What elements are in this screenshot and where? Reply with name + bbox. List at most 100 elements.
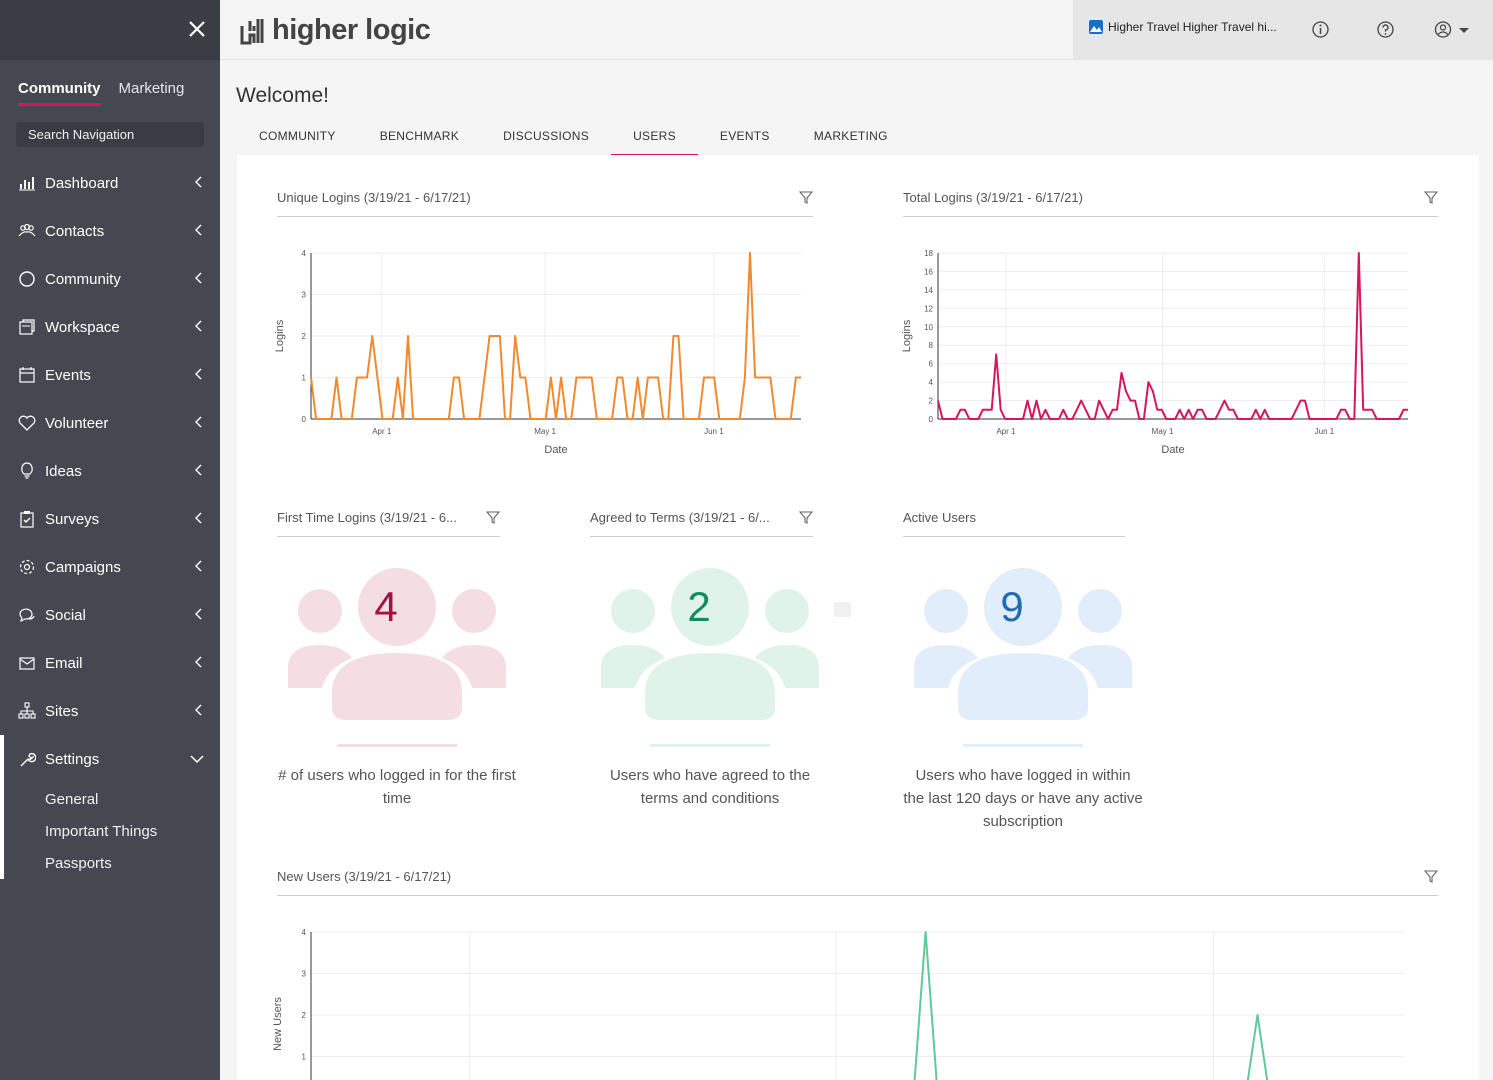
placeholder-square xyxy=(834,602,851,617)
sidebar-item-events[interactable]: Events xyxy=(0,351,220,399)
y-tick-label: 2 xyxy=(929,397,934,406)
sidebar-item-settings[interactable]: Settings xyxy=(4,735,220,783)
wrench-icon xyxy=(18,750,36,768)
chevron-left-icon xyxy=(195,464,202,476)
new-users-chart: 1 2 3 4 New Users xyxy=(272,928,1405,1080)
sidebar-item-ideas[interactable]: Ideas xyxy=(0,447,220,495)
close-icon[interactable] xyxy=(186,18,208,40)
y-axis-label: Logins xyxy=(274,319,286,352)
envelope-icon xyxy=(18,654,36,672)
settings-sub-important-things[interactable]: Important Things xyxy=(4,815,220,847)
y-tick-label: 4 xyxy=(302,249,307,258)
settings-section: Settings General Important Things Passpo… xyxy=(0,735,220,879)
sidebar-item-contacts[interactable]: Contacts xyxy=(0,207,220,255)
circle-icon xyxy=(18,270,36,288)
tab-events[interactable]: EVENTS xyxy=(698,118,792,157)
unique-logins-chart: 0 1 2 3 4 Apr 1 May 1 Jun 1 Logins Date xyxy=(274,249,801,456)
mountain-icon xyxy=(1089,20,1103,34)
tab-benchmark[interactable]: BENCHMARK xyxy=(358,118,481,157)
total-logins-chart: 0 2 4 6 8 10 12 14 16 18 Apr 1 May 1 Jun 1 Logins Date xyxy=(901,249,1408,456)
first-time-logins-title: First Time Logins (3/19/21 - 6... xyxy=(277,509,500,537)
y-tick-label: 0 xyxy=(929,415,934,424)
user-account-icon[interactable] xyxy=(1433,20,1473,39)
filter-icon[interactable] xyxy=(1424,191,1438,205)
y-tick-label: 4 xyxy=(929,378,934,387)
chevron-down-icon xyxy=(190,755,204,764)
agreed-terms-value: 2 xyxy=(687,583,711,630)
higher-logic-logo-icon xyxy=(240,18,264,44)
sidebar-item-label: Contacts xyxy=(45,222,105,240)
workspace-icon xyxy=(18,318,36,336)
sidebar: Community Marketing Dashboard Contacts Com… xyxy=(0,0,220,1080)
sidebar-item-social[interactable]: Social xyxy=(0,591,220,639)
sidebar-item-community[interactable]: Community xyxy=(0,255,220,303)
sidebar-item-volunteer[interactable]: Volunteer xyxy=(0,399,220,447)
agreed-terms-desc: Users who have agreed to the terms and c… xyxy=(609,767,811,807)
stat-underline xyxy=(963,744,1083,747)
sidebar-item-label: Surveys xyxy=(45,510,100,528)
chevron-left-icon xyxy=(195,512,202,524)
y-tick-label: 2 xyxy=(302,332,307,341)
filter-icon[interactable] xyxy=(486,511,500,525)
y-tick-label: 2 xyxy=(302,1011,307,1020)
sidebar-item-campaigns[interactable]: Campaigns xyxy=(0,543,220,591)
unique-logins-title: Unique Logins (3/19/21 - 6/17/21) xyxy=(277,189,813,217)
sidebar-item-dashboard[interactable]: Dashboard xyxy=(0,159,220,207)
site-switcher[interactable]: Higher Travel Higher Travel hi... xyxy=(1089,20,1277,34)
users-panel: Unique Logins (3/19/21 - 6/17/21) 0 1 2 3 4 A… xyxy=(237,155,1479,1080)
sidebar-item-label: Community xyxy=(45,270,121,288)
filter-icon[interactable] xyxy=(799,511,813,525)
x-tick-label: May 1 xyxy=(1152,427,1174,436)
tab-users[interactable]: USERS xyxy=(611,118,698,157)
filter-icon[interactable] xyxy=(1424,870,1438,884)
tab-discussions[interactable]: DISCUSSIONS xyxy=(481,118,611,157)
sidebar-item-label: Sites xyxy=(45,702,79,720)
first-time-logins-value: 4 xyxy=(374,583,398,630)
sidebar-item-label: Social xyxy=(45,606,86,624)
sidebar-header xyxy=(0,0,220,60)
active-users-value: 9 xyxy=(1000,583,1024,630)
x-tick-label: Apr 1 xyxy=(996,427,1016,436)
filter-icon[interactable] xyxy=(799,191,813,205)
y-tick-label: 3 xyxy=(302,291,307,300)
sidebar-item-sites[interactable]: Sites xyxy=(0,687,220,735)
active-users-title: Active Users xyxy=(903,509,1125,537)
sidebar-item-surveys[interactable]: Surveys xyxy=(0,495,220,543)
sidebar-item-email[interactable]: Email xyxy=(0,639,220,687)
chevron-left-icon xyxy=(195,416,202,428)
clipboard-check-icon xyxy=(18,510,36,528)
y-axis-label: New Users xyxy=(272,997,284,1051)
x-tick-label: Apr 1 xyxy=(372,427,392,436)
y-tick-label: 0 xyxy=(302,415,307,424)
chevron-left-icon xyxy=(195,272,202,284)
tab-marketing[interactable]: MARKETING xyxy=(792,118,910,157)
sidebar-menu: Dashboard Contacts Community Workspace Event… xyxy=(0,159,220,735)
settings-sub-general[interactable]: General xyxy=(4,783,220,815)
sidebar-tab-marketing[interactable]: Marketing xyxy=(119,80,185,106)
y-tick-label: 4 xyxy=(302,928,307,937)
search-navigation-input[interactable] xyxy=(16,122,204,147)
logo[interactable]: higher logic xyxy=(240,14,431,47)
tab-community[interactable]: COMMUNITY xyxy=(237,118,358,157)
sidebar-tab-community[interactable]: Community xyxy=(18,80,101,106)
sidebar-item-workspace[interactable]: Workspace xyxy=(0,303,220,351)
sidebar-item-label: Settings xyxy=(45,750,100,768)
sidebar-item-label: Email xyxy=(45,654,83,672)
chevron-left-icon xyxy=(195,368,202,380)
x-tick-label: Jun 1 xyxy=(704,427,724,436)
chevron-left-icon xyxy=(195,176,202,188)
chevron-left-icon xyxy=(195,320,202,332)
y-tick-label: 1 xyxy=(302,374,307,383)
y-tick-label: 1 xyxy=(302,1053,307,1062)
help-icon[interactable] xyxy=(1376,20,1395,39)
series-line xyxy=(913,931,1269,1080)
settings-sub-passports[interactable]: Passports xyxy=(4,847,220,879)
chevron-left-icon xyxy=(195,704,202,716)
chevron-left-icon xyxy=(195,656,202,668)
x-axis-label: Date xyxy=(544,444,567,456)
sidebar-item-label: Events xyxy=(45,366,91,384)
stat-underline xyxy=(650,744,770,747)
info-icon[interactable] xyxy=(1311,20,1330,39)
logo-text: higher logic xyxy=(272,14,431,46)
y-tick-label: 16 xyxy=(924,267,933,276)
